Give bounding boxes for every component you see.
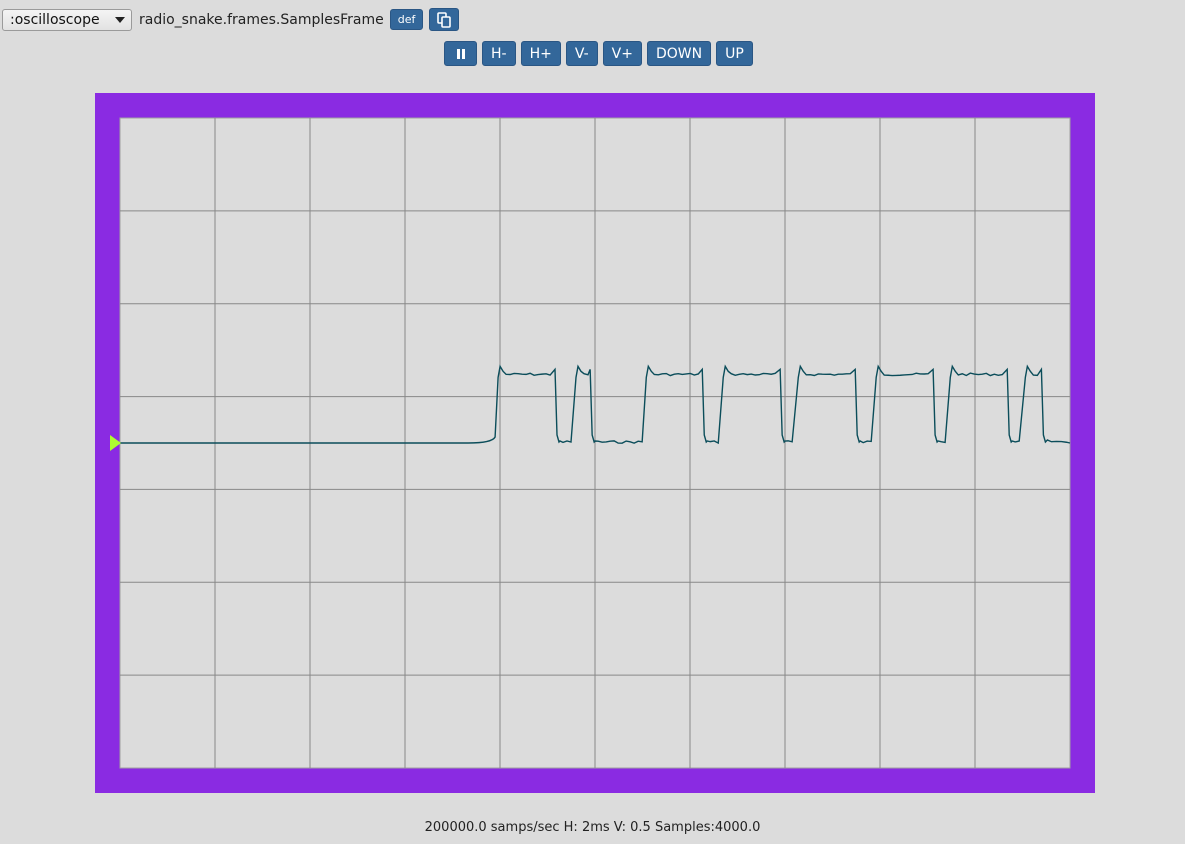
trigger-level-marker[interactable]	[110, 435, 121, 451]
status-line: 200000.0 samps/sec H: 2ms V: 0.5 Samples…	[0, 820, 1185, 835]
pause-button[interactable]	[444, 41, 477, 66]
oscilloscope-frame	[95, 93, 1095, 793]
sample-count: Samples:4000.0	[654, 820, 761, 835]
h-plus-button[interactable]: H+	[520, 41, 561, 66]
data-type-label: radio_snake.frames.SamplesFrame	[139, 11, 384, 28]
vertical-scale: V: 0.5	[613, 820, 651, 835]
down-button[interactable]: DOWN	[646, 41, 712, 66]
chevron-down-icon	[115, 16, 125, 23]
visualizer-select[interactable]: :oscilloscope	[2, 8, 132, 31]
copy-icon	[437, 11, 452, 28]
v-plus-button[interactable]: V+	[602, 41, 642, 66]
pause-icon	[456, 48, 465, 59]
visualizer-toolbar: :oscilloscope radio_snake.frames.Samples…	[2, 8, 460, 31]
def-button[interactable]: def	[389, 9, 424, 30]
sample-rate: 200000.0 samps/sec	[424, 820, 560, 835]
visualizer-select-value: :oscilloscope	[10, 11, 100, 28]
oscilloscope-display	[110, 117, 1071, 769]
scope-controls: H- H+ V- V+ DOWN UP	[444, 41, 753, 66]
copy-button[interactable]	[429, 8, 460, 31]
h-minus-button[interactable]: H-	[482, 41, 516, 66]
v-minus-button[interactable]: V-	[565, 41, 598, 66]
horizontal-scale: H: 2ms	[563, 820, 610, 835]
up-button[interactable]: UP	[716, 41, 753, 66]
